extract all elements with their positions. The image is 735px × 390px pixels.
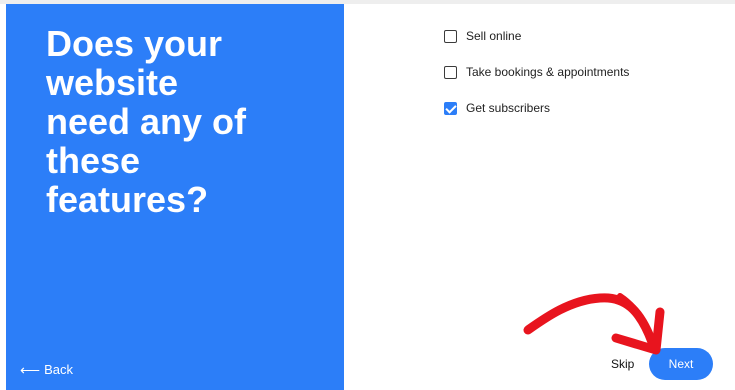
checkbox-subscribers[interactable]	[444, 101, 457, 115]
page-title: Does your website need any of these feat…	[46, 23, 247, 220]
page-frame: Does your website need any of these feat…	[0, 0, 735, 390]
back-button[interactable]: ⟵ Back	[20, 362, 73, 377]
left-panel: Does your website need any of these feat…	[6, 4, 344, 390]
back-label: Back	[44, 362, 73, 377]
feature-item-subscribers[interactable]: Get subscribers	[444, 90, 629, 126]
feature-item-bookings[interactable]: Take bookings & appointments	[444, 54, 629, 90]
checkbox-sell-online[interactable]	[444, 29, 457, 43]
feature-label: Get subscribers	[466, 101, 551, 115]
checkbox-bookings[interactable]	[444, 65, 457, 79]
skip-button[interactable]: Skip	[611, 357, 634, 371]
next-button[interactable]: Next	[649, 348, 713, 380]
feature-item-sell-online[interactable]: Sell online	[444, 18, 629, 54]
feature-label: Sell online	[466, 29, 522, 43]
arrow-left-icon: ⟵	[20, 361, 41, 378]
feature-label: Take bookings & appointments	[466, 65, 630, 79]
feature-list: Sell online Take bookings & appointments…	[444, 18, 629, 126]
